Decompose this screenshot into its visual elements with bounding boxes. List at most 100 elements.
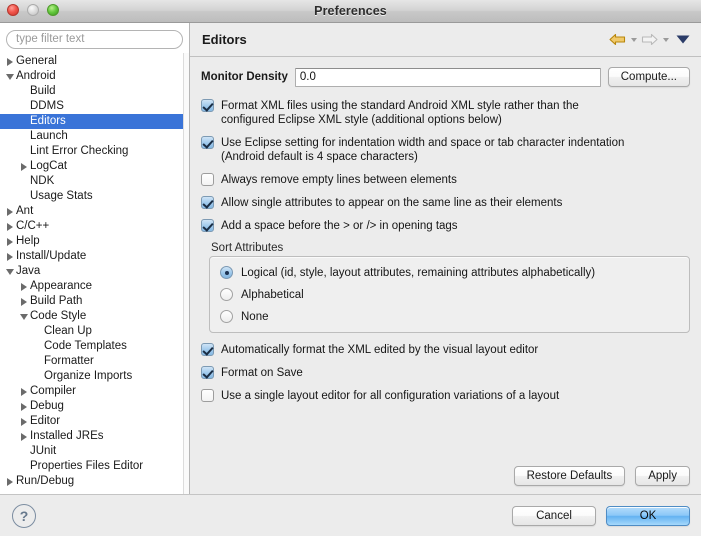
checkbox-checked-icon[interactable] (201, 219, 214, 232)
tree-twisty-closed-icon[interactable] (20, 414, 30, 429)
tree-twisty-closed-icon[interactable] (6, 234, 16, 249)
checkbox-unchecked-icon[interactable] (201, 389, 214, 402)
sidebar-item-clean-up[interactable]: Clean Up (0, 324, 189, 339)
tree-scrollbar[interactable] (183, 52, 189, 494)
sidebar-item-install-update[interactable]: Install/Update (0, 249, 189, 264)
sidebar-item-general[interactable]: General (0, 54, 189, 69)
sort-attributes-option-label: Alphabetical (241, 288, 304, 301)
tree-twisty-open-icon[interactable] (6, 69, 16, 84)
forward-dropdown-icon[interactable] (661, 32, 670, 48)
sidebar-item-code-style[interactable]: Code Style (0, 309, 189, 324)
sidebar-item-formatter[interactable]: Formatter (0, 354, 189, 369)
xml-format-option-row[interactable]: Format XML files using the standard Andr… (201, 99, 690, 127)
checkbox-checked-icon[interactable] (201, 343, 214, 356)
tree-twisty-closed-icon[interactable] (20, 159, 30, 174)
sidebar-item-appearance[interactable]: Appearance (0, 279, 189, 294)
dialog-body: General Android Build DDMS Editors Launch Lint… (0, 23, 701, 494)
sidebar-item-usage-stats[interactable]: Usage Stats (0, 189, 189, 204)
checkbox-unchecked-icon[interactable] (201, 173, 214, 186)
layout-editor-option-row[interactable]: Format on Save (201, 366, 690, 380)
sidebar-item-lint-error-checking[interactable]: Lint Error Checking (0, 144, 189, 159)
forward-arrow-icon[interactable] (641, 32, 658, 48)
tree-twisty-closed-icon[interactable] (20, 279, 30, 294)
xml-format-option-row[interactable]: Add a space before the > or /> in openin… (201, 219, 690, 233)
sidebar-item-ant[interactable]: Ant (0, 204, 189, 219)
sidebar-item-organize-imports[interactable]: Organize Imports (0, 369, 189, 384)
sidebar-item-run-debug[interactable]: Run/Debug (0, 474, 189, 489)
preferences-window: Preferences General Android Build DDMS Edito… (0, 0, 701, 536)
apply-button[interactable]: Apply (635, 466, 690, 486)
monitor-density-input[interactable] (294, 67, 601, 87)
back-arrow-icon[interactable] (609, 32, 626, 48)
sidebar-item-c-c[interactable]: C/C++ (0, 219, 189, 234)
sidebar-item-build[interactable]: Build (0, 84, 189, 99)
radio-unselected-icon[interactable] (220, 288, 233, 301)
tree-twisty-closed-icon[interactable] (6, 219, 16, 234)
zoom-button[interactable] (47, 4, 59, 16)
restore-defaults-button[interactable]: Restore Defaults (513, 466, 626, 486)
tree-twisty-open-icon[interactable] (6, 264, 16, 279)
tree-scroll-area[interactable]: General Android Build DDMS Editors Launch Lint… (0, 52, 189, 494)
layout-editor-option-label-line1: Format on Save (221, 367, 303, 379)
checkbox-checked-icon[interactable] (201, 196, 214, 209)
sidebar-item-ddms[interactable]: DDMS (0, 99, 189, 114)
sort-attributes-option-label: Logical (id, style, layout attributes, r… (241, 266, 596, 279)
layout-editor-option-label-line1: Automatically format the XML edited by t… (221, 344, 539, 356)
sidebar-item-editor[interactable]: Editor (0, 414, 189, 429)
sidebar-item-ndk[interactable]: NDK (0, 174, 189, 189)
xml-format-option-row[interactable]: Use Eclipse setting for indentation widt… (201, 136, 690, 164)
dialog-footer: ? Cancel OK (0, 494, 701, 536)
cancel-button[interactable]: Cancel (512, 505, 596, 526)
sidebar-item-editors[interactable]: Editors (0, 113, 189, 129)
sidebar-item-label: Run/Debug (16, 474, 75, 487)
tree-twisty-closed-icon[interactable] (20, 429, 30, 444)
checkbox-checked-icon[interactable] (201, 136, 214, 149)
radio-selected-icon[interactable] (220, 266, 233, 279)
sidebar-item-build-path[interactable]: Build Path (0, 294, 189, 309)
checkbox-checked-icon[interactable] (201, 99, 214, 112)
sidebar-item-code-templates[interactable]: Code Templates (0, 339, 189, 354)
sidebar-item-label: Code Templates (44, 339, 127, 352)
sidebar-item-java[interactable]: Java (0, 264, 189, 279)
sidebar-item-android[interactable]: Android (0, 69, 189, 84)
tree-twisty-closed-icon[interactable] (20, 384, 30, 399)
sidebar-item-help[interactable]: Help (0, 234, 189, 249)
radio-unselected-icon[interactable] (220, 310, 233, 323)
tree-twisty-closed-icon[interactable] (20, 399, 30, 414)
tree-twisty-closed-icon[interactable] (20, 294, 30, 309)
sort-attributes-option-row[interactable]: Logical (id, style, layout attributes, r… (220, 266, 679, 279)
sidebar-item-launch[interactable]: Launch (0, 129, 189, 144)
sort-attributes-label: Sort Attributes (211, 242, 284, 254)
tree-twisty-closed-icon[interactable] (6, 204, 16, 219)
compute-button[interactable]: Compute... (607, 67, 690, 87)
filter-input[interactable] (6, 29, 183, 49)
tree-twisty-closed-icon[interactable] (6, 474, 16, 489)
xml-format-option-row[interactable]: Allow single attributes to appear on the… (201, 196, 690, 210)
tree-twisty-closed-icon[interactable] (6, 54, 16, 69)
back-dropdown-icon[interactable] (629, 32, 638, 48)
sidebar-item-debug[interactable]: Debug (0, 399, 189, 414)
layout-editor-option-row[interactable]: Use a single layout editor for all confi… (201, 389, 690, 403)
preferences-tree-pane: General Android Build DDMS Editors Launch Lint… (0, 23, 190, 494)
sidebar-item-logcat[interactable]: LogCat (0, 159, 189, 174)
view-menu-icon[interactable] (675, 32, 691, 48)
sidebar-item-properties-files-editor[interactable]: Properties Files Editor (0, 459, 189, 474)
tree-twisty-open-icon[interactable] (20, 309, 30, 324)
close-button[interactable] (7, 4, 19, 16)
sidebar-item-compiler[interactable]: Compiler (0, 384, 189, 399)
tree-twisty-closed-icon[interactable] (6, 249, 16, 264)
xml-format-option-row[interactable]: Always remove empty lines between elemen… (201, 173, 690, 187)
checkbox-checked-icon[interactable] (201, 366, 214, 379)
preference-page-pane: Editors Monitor Density 0.0 Compute... F… (190, 23, 701, 494)
ok-button[interactable]: OK (606, 505, 690, 526)
layout-editor-option-row[interactable]: Automatically format the XML edited by t… (201, 343, 690, 357)
minimize-button[interactable] (27, 4, 39, 16)
sidebar-item-junit[interactable]: JUnit (0, 444, 189, 459)
help-icon[interactable]: ? (12, 503, 36, 528)
sort-attributes-option-row[interactable]: None (220, 310, 679, 323)
sort-attributes-option-row[interactable]: Alphabetical (220, 288, 679, 301)
sidebar-item-installed-jres[interactable]: Installed JREs (0, 429, 189, 444)
